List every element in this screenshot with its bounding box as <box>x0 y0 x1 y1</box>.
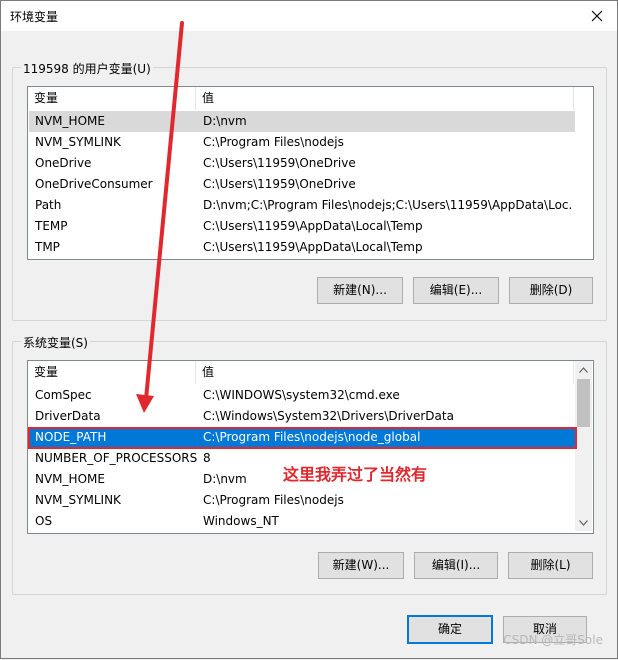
annotation-arrow <box>136 21 184 413</box>
environment-variables-dialog: 环境变量 119598 的用户变量(U) 变量 值 NVM_HOME D:\nvm… <box>0 0 618 659</box>
csdn-watermark: CSDN @立哥Sole <box>503 633 603 647</box>
